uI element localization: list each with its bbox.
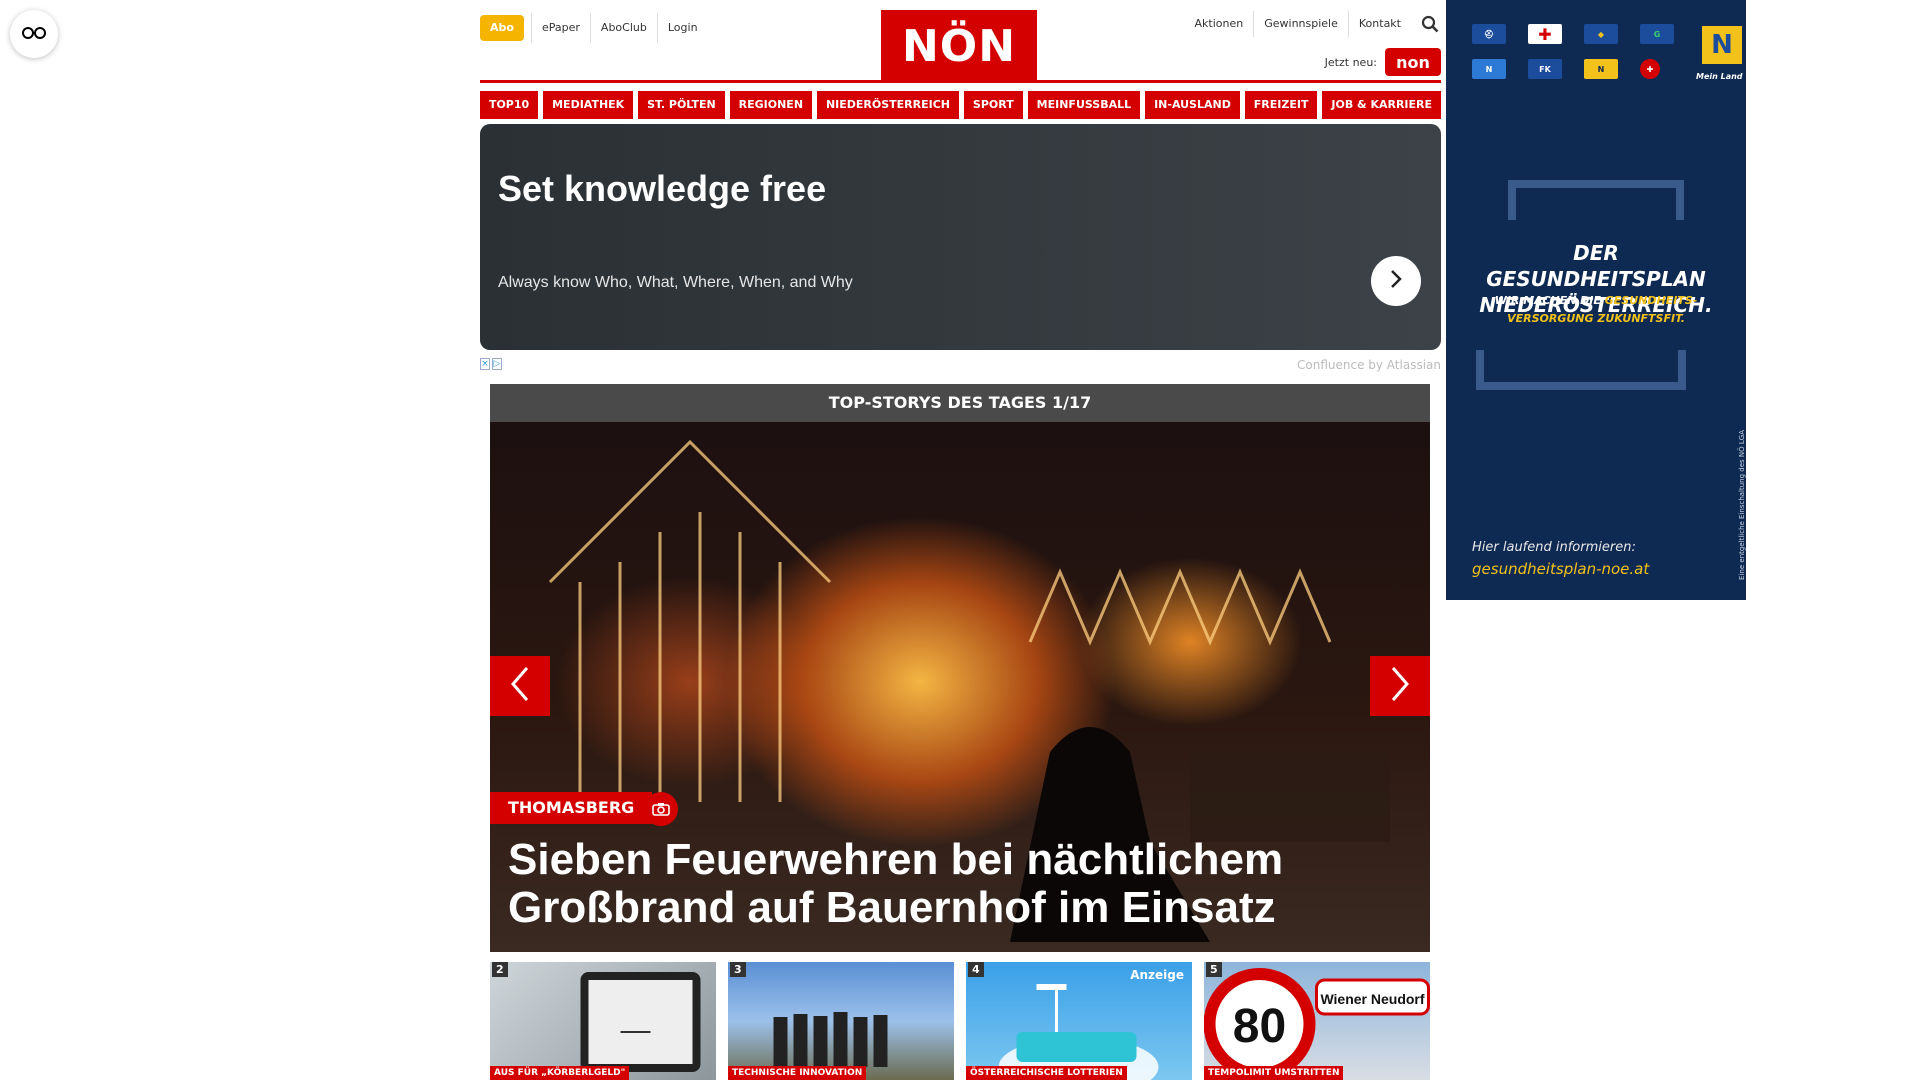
noe-logo-caption: Mein Land: [1696, 72, 1743, 81]
thumbnail-number: 5: [1206, 962, 1222, 977]
kontakt-link[interactable]: Kontakt: [1347, 11, 1411, 37]
nav-item-st-poelten[interactable]: ST. PÖLTEN: [638, 91, 725, 119]
nav-item-sport[interactable]: SPORT: [963, 91, 1023, 119]
thumbnail-number: 2: [492, 962, 508, 977]
ad-info-icon[interactable]: ▷: [492, 358, 502, 370]
sub-plain: WIR MACHEN DIE: [1494, 294, 1605, 307]
sidebar-ad-url[interactable]: gesundheitsplan-noe.at: [1472, 560, 1649, 578]
jetzt-label: Jetzt neu:: [1324, 55, 1377, 69]
epaper-link[interactable]: ePaper: [531, 13, 590, 43]
svg-text:80: 80: [1233, 1000, 1286, 1053]
nav-item-niederoesterreich[interactable]: NIEDERÖSTERREICH: [817, 91, 959, 119]
search-icon[interactable]: [1419, 13, 1441, 35]
red-cross-icon: ✚: [1528, 24, 1562, 44]
nav-divider: [480, 80, 1441, 83]
ad-source[interactable]: Confluence by Atlassian: [1297, 358, 1441, 372]
glasses-icon: [21, 25, 47, 44]
partner-logo-icon: G: [1640, 24, 1674, 44]
slider-next-button[interactable]: [1370, 656, 1430, 716]
thumbnail-5[interactable]: 80 Wiener Neudorf 5 TEMPOLIMIT UMSTRITTEN: [1204, 962, 1430, 1080]
sidebar-ad[interactable]: ⛑ ✚ ◆ G N FK N ✚ N Mein Land DER GESUNDH…: [1446, 0, 1746, 600]
ad-banner[interactable]: Set knowledge free Always know Who, What…: [480, 124, 1441, 350]
nav-item-meinfussball[interactable]: MEINFUSSBALL: [1027, 91, 1141, 119]
thumbnail-label: TEMPOLIMIT UMSTRITTEN: [1204, 1066, 1344, 1080]
sidebar-ad-subline: WIR MACHEN DIE GESUNDHEITS-VERSORGUNG ZU…: [1468, 292, 1724, 328]
accessibility-button[interactable]: [10, 10, 58, 58]
partner-logo-icon: ◆: [1584, 24, 1618, 44]
frame-top: [1508, 180, 1684, 220]
svg-text:Wiener Neudorf: Wiener Neudorf: [1320, 991, 1424, 1007]
new-product-badge[interactable]: non: [1385, 48, 1441, 76]
gewinnspiele-link[interactable]: Gewinnspiele: [1253, 11, 1348, 37]
login-link[interactable]: Login: [656, 13, 708, 43]
partner-logo-icon: N: [1584, 59, 1618, 79]
close-icon[interactable]: ×: [480, 358, 490, 370]
nav-item-mediathek[interactable]: MEDIATHEK: [543, 91, 634, 119]
frame-bottom: [1476, 350, 1686, 390]
story-thumbnails: 2 AUS FÜR „KÖRBERLGELD" 3 TECHNISCHE INN…: [490, 962, 1430, 1080]
chevron-left-icon: [509, 666, 531, 706]
partner-logo-icon: N: [1472, 59, 1506, 79]
nav-item-regionen[interactable]: REGIONEN: [729, 91, 812, 119]
abo-button[interactable]: Abo: [480, 15, 524, 41]
right-links: Aktionen Gewinnspiele Kontakt: [1185, 10, 1441, 38]
sponsored-label: Anzeige: [1130, 968, 1184, 982]
chevron-right-icon: [1389, 666, 1411, 706]
thumbnail-number: 4: [968, 962, 984, 977]
main-nav: TOP10 MEDIATHEK ST. PÖLTEN REGIONEN NIED…: [480, 91, 1441, 119]
ad-title: Set knowledge free: [498, 168, 827, 209]
sidebar-ad-note: Hier laufend informieren:: [1472, 540, 1636, 555]
slider-prev-button[interactable]: [490, 656, 550, 716]
nav-item-freizeit[interactable]: FREIZEIT: [1244, 91, 1318, 119]
thumbnail-label: TECHNISCHE INNOVATION: [728, 1066, 867, 1080]
partner-logo-icon: ⛑: [1472, 24, 1506, 44]
site-logo[interactable]: NÖN: [881, 10, 1037, 82]
aboclub-link[interactable]: AboClub: [589, 13, 657, 43]
ad-subtitle: Always know Who, What, Where, When, and …: [498, 274, 853, 291]
thumbnail-3[interactable]: 3 TECHNISCHE INNOVATION: [728, 962, 954, 1080]
thumbnail-2[interactable]: 2 AUS FÜR „KÖRBERLGELD": [490, 962, 716, 1080]
slider-header: TOP-STORYS DES TAGES 1/17: [490, 384, 1430, 422]
partner-logos: ⛑ ✚ ◆ G N FK N ✚: [1472, 24, 1712, 84]
thumbnail-number: 3: [730, 962, 746, 977]
site-header: Abo ePaper AboClub Login NÖN Aktionen Ge…: [480, 10, 1441, 86]
partner-logo-icon: FK: [1528, 59, 1562, 79]
ad-arrow-button[interactable]: [1371, 256, 1421, 306]
ad-choices[interactable]: × ▷: [480, 358, 502, 372]
top-links: ePaper AboClub Login: [531, 13, 708, 43]
camera-icon: [644, 792, 678, 826]
nav-item-job-karriere[interactable]: JOB & KARRIERE: [1322, 91, 1441, 119]
partner-logo-icon: ✚: [1640, 59, 1660, 79]
thumbnail-label: AUS FÜR „KÖRBERLGELD": [490, 1066, 630, 1080]
nav-item-top10[interactable]: TOP10: [480, 91, 539, 119]
jetzt-neu: Jetzt neu: non: [1325, 48, 1441, 76]
thumbnail-label: ÖSTERREICHISCHE LOTTERIEN: [966, 1066, 1127, 1080]
sidebar-ad-disclaimer: Eine entgeltliche Einschaltung des NÖ LG…: [1738, 430, 1746, 580]
noe-logo: N: [1702, 26, 1742, 64]
story-headline[interactable]: Sieben Feuerwehren bei nächtlichem Großb…: [508, 836, 1408, 932]
aktionen-link[interactable]: Aktionen: [1185, 11, 1254, 37]
chevron-right-icon: [1389, 269, 1403, 293]
thumbnail-4[interactable]: 4 Anzeige ÖSTERREICHISCHE LOTTERIEN: [966, 962, 1192, 1080]
nav-item-in-ausland[interactable]: IN-AUSLAND: [1145, 91, 1240, 119]
story-location-tag[interactable]: THOMASBERG: [490, 792, 653, 824]
